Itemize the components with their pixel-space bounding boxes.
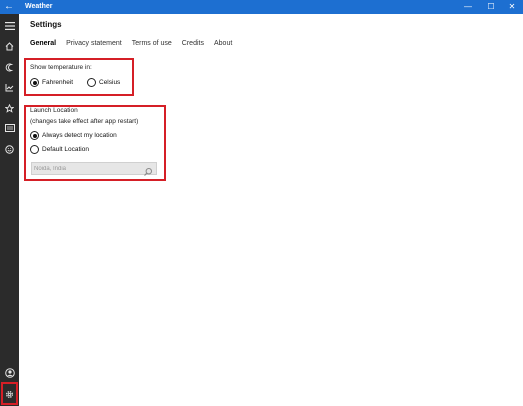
- default-location-radio-indicator: [30, 145, 39, 154]
- search-icon[interactable]: [143, 164, 153, 176]
- sidebar: [0, 14, 19, 406]
- window-title: Weather: [25, 3, 53, 10]
- default-location-search-box: [31, 162, 157, 176]
- settings-tabs: General Privacy statement Terms of use C…: [30, 40, 242, 47]
- tab-general[interactable]: General: [30, 40, 56, 47]
- title-bar: ← Weather — ☐ ✕: [0, 0, 523, 14]
- back-arrow-icon[interactable]: ←: [3, 1, 15, 13]
- launch-location-heading: Launch Location: [30, 107, 78, 114]
- fahrenheit-label: Fahrenheit: [42, 79, 74, 86]
- settings-highlight-box: [1, 382, 18, 405]
- always-detect-radio-indicator: [30, 131, 39, 140]
- home-icon[interactable]: [0, 36, 19, 56]
- minimize-button[interactable]: —: [458, 0, 478, 14]
- default-location-label: Default Location: [42, 146, 89, 153]
- tab-credits[interactable]: Credits: [182, 40, 204, 47]
- fahrenheit-radio-indicator: [30, 78, 39, 87]
- close-button[interactable]: ✕: [502, 0, 522, 14]
- default-location-input[interactable]: [34, 163, 142, 174]
- historical-weather-icon[interactable]: [0, 77, 19, 97]
- tab-about[interactable]: About: [214, 40, 232, 47]
- life-icon[interactable]: [0, 139, 19, 159]
- always-detect-label: Always detect my location: [42, 132, 117, 139]
- hamburger-menu-icon[interactable]: [0, 16, 19, 36]
- default-location-radio[interactable]: Default Location: [30, 145, 89, 154]
- maximize-button[interactable]: ☐: [481, 0, 501, 14]
- page-title: Settings: [30, 20, 62, 29]
- tab-privacy-statement[interactable]: Privacy statement: [66, 40, 122, 47]
- launch-location-note: (changes take effect after app restart): [30, 118, 139, 125]
- tab-terms-of-use[interactable]: Terms of use: [132, 40, 172, 47]
- settings-page: Settings General Privacy statement Terms…: [19, 14, 523, 406]
- maps-icon[interactable]: [0, 57, 19, 77]
- celsius-radio-indicator: [87, 78, 96, 87]
- news-icon[interactable]: [0, 118, 19, 138]
- celsius-label: Celsius: [99, 79, 121, 86]
- fahrenheit-radio[interactable]: Fahrenheit: [30, 78, 73, 87]
- favorites-icon[interactable]: [0, 98, 19, 118]
- always-detect-location-radio[interactable]: Always detect my location: [30, 131, 117, 140]
- account-icon[interactable]: [0, 363, 19, 383]
- celsius-radio[interactable]: Celsius: [87, 78, 120, 87]
- temperature-heading: Show temperature in:: [30, 64, 92, 71]
